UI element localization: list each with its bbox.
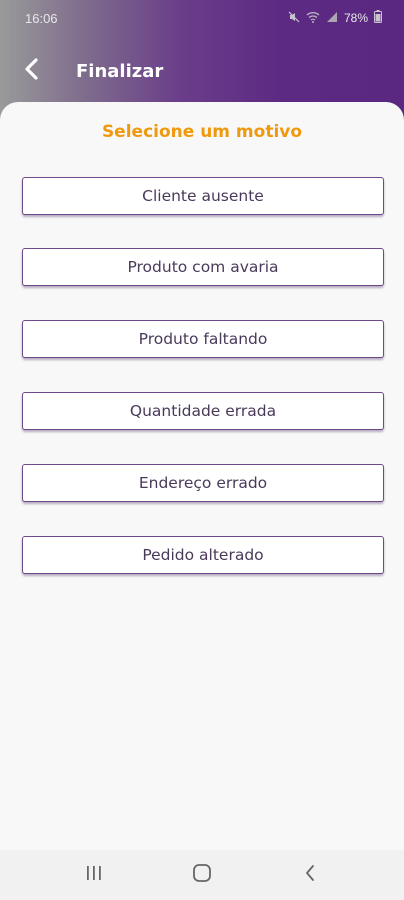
back-icon [304, 864, 316, 886]
reason-button-produto-com-avaria[interactable]: Produto com avaria [22, 248, 384, 286]
mute-icon [288, 11, 300, 26]
battery-icon [374, 10, 382, 26]
sheet-title: Selecione um motivo [101, 122, 303, 142]
reason-button-pedido-alterado[interactable]: Pedido alterado [22, 536, 384, 574]
page-title: Finalizar [76, 60, 164, 82]
system-nav-bar [0, 850, 404, 900]
reason-button-produto-faltando[interactable]: Produto faltando [22, 320, 384, 358]
wifi-icon [306, 11, 320, 26]
reason-label: Pedido alterado [142, 546, 264, 564]
recent-apps-icon [85, 865, 103, 885]
status-bar: 16:06 78% [0, 0, 404, 36]
reason-button-cliente-ausente[interactable]: Cliente ausente [22, 177, 384, 215]
reason-label: Cliente ausente [142, 187, 264, 205]
home-button[interactable] [177, 855, 227, 895]
home-icon [192, 863, 212, 887]
signal-icon [326, 11, 338, 26]
reason-button-endereco-errado[interactable]: Endereço errado [22, 464, 384, 502]
reason-label: Quantidade errada [129, 402, 277, 420]
back-button[interactable] [12, 51, 52, 91]
system-back-button[interactable] [285, 855, 335, 895]
status-time: 16:06 [25, 10, 58, 26]
app-bar: Finalizar [0, 46, 404, 96]
chevron-left-icon [24, 58, 40, 84]
reason-label: Endereço errado [138, 474, 268, 492]
reason-button-quantidade-errada[interactable]: Quantidade errada [22, 392, 384, 430]
reason-sheet: Selecione um motivo Cliente ausente Prod… [0, 102, 404, 850]
battery-percent: 78% [343, 11, 368, 25]
reason-label: Produto com avaria [127, 258, 279, 276]
reason-label: Produto faltando [138, 330, 268, 348]
recent-apps-button[interactable] [69, 855, 119, 895]
status-icons: 78% [288, 10, 382, 26]
